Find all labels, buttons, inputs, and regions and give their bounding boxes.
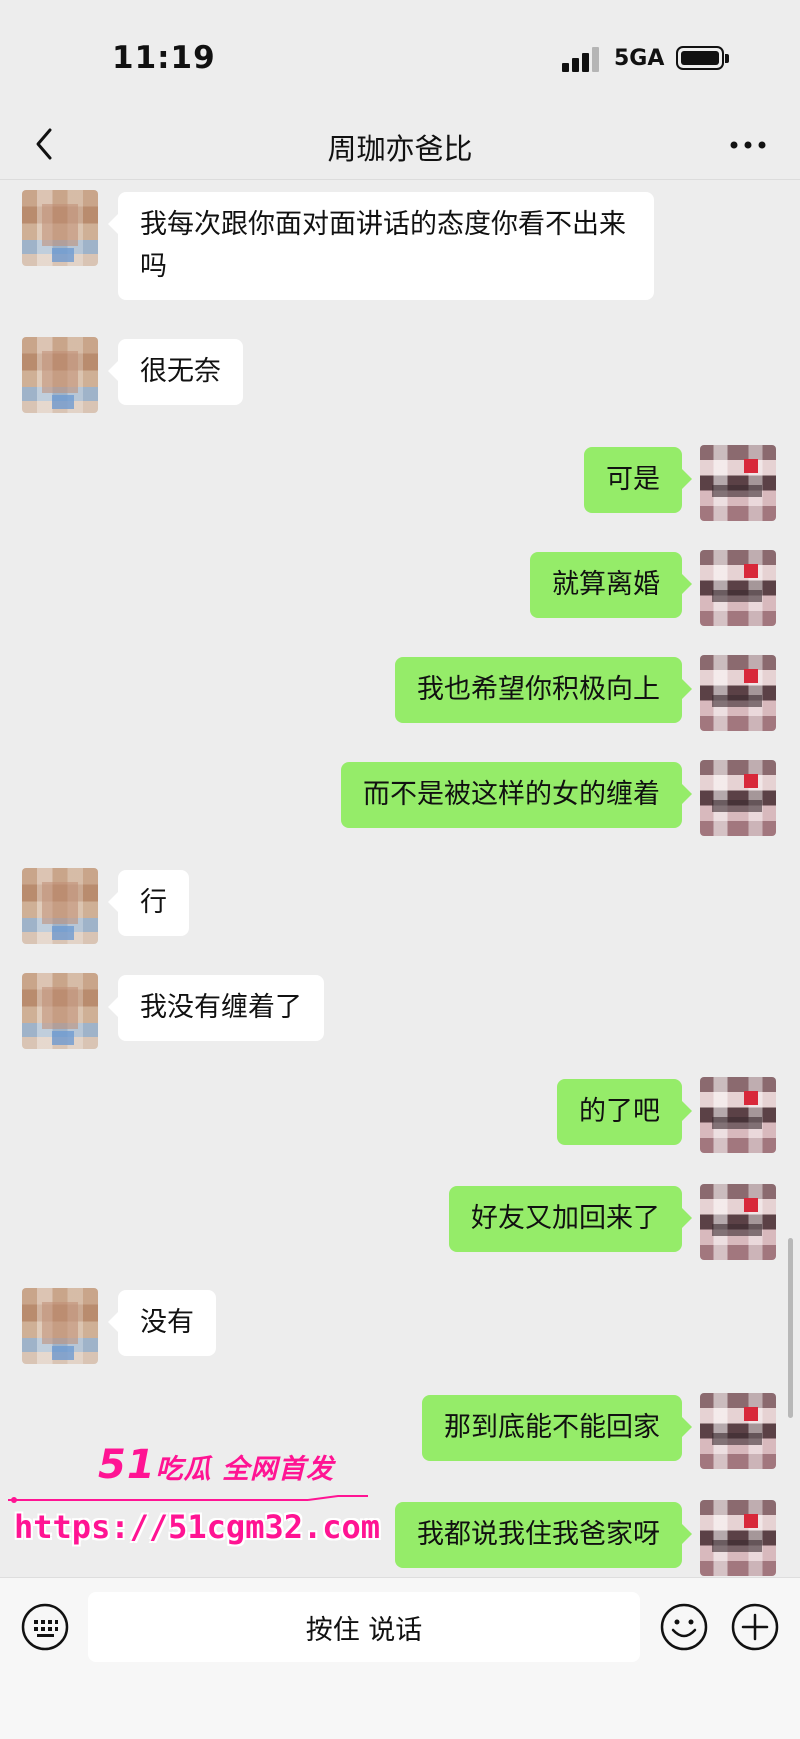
avatar-self[interactable] [700, 1393, 776, 1469]
watermark-brand-number: 51 [98, 1442, 156, 1488]
message-bubble-self[interactable]: 好友又加回来了 [449, 1186, 692, 1252]
avatar-self[interactable] [700, 550, 776, 626]
message-bubble-other[interactable]: 我每次跟你面对面讲话的态度你看不出来吗 [108, 192, 654, 300]
avatar-self[interactable] [700, 1077, 776, 1153]
avatar-self[interactable] [700, 1500, 776, 1576]
network-label: 5GA [614, 46, 665, 71]
keyboard-icon[interactable] [20, 1602, 70, 1652]
chat-title: 周珈亦爸比 [327, 132, 473, 166]
message-bubble-self[interactable]: 我也希望你积极向上 [395, 657, 692, 723]
message-bubble-other[interactable]: 我没有缠着了 [108, 975, 324, 1041]
avatar-self[interactable] [700, 655, 776, 731]
more-dots-icon[interactable] [726, 128, 770, 162]
message-bubble-other[interactable]: 没有 [108, 1290, 216, 1356]
signal-icon [562, 46, 604, 72]
message-bubble-self[interactable]: 就算离婚 [530, 552, 692, 618]
message-bubble-self[interactable]: 的了吧 [557, 1079, 692, 1145]
message-bubble-self[interactable]: 而不是被这样的女的缠着 [341, 762, 692, 828]
message-bubble-other[interactable]: 很无奈 [108, 339, 243, 405]
watermark-brand-text: 吃瓜 全网首发 [155, 1454, 335, 1485]
message-bubble-self[interactable]: 我都说我住我爸家呀 [395, 1502, 692, 1568]
avatar-other[interactable] [22, 868, 98, 944]
watermark-url: https://51cgm32.com [14, 1508, 381, 1546]
message-bubble-self[interactable]: 可是 [584, 447, 692, 513]
status-time: 11:19 [112, 40, 216, 76]
avatar-other[interactable] [22, 973, 98, 1049]
status-bar: 11:19 5GA [0, 0, 800, 110]
battery-icon [676, 46, 729, 70]
watermark-brand: 51吃瓜 全网首发 [98, 1442, 334, 1488]
avatar-other[interactable] [22, 337, 98, 413]
hold-to-talk-button[interactable]: 按住 说话 [88, 1592, 640, 1662]
chat-header: 周珈亦爸比 [0, 110, 800, 180]
watermark-divider [8, 1495, 368, 1503]
message-bubble-self[interactable]: 那到底能不能回家 [422, 1395, 692, 1461]
avatar-other[interactable] [22, 190, 98, 266]
avatar-other[interactable] [22, 1288, 98, 1364]
avatar-self[interactable] [700, 760, 776, 836]
avatar-self[interactable] [700, 445, 776, 521]
plus-icon[interactable] [730, 1602, 780, 1652]
emoji-icon[interactable] [659, 1602, 709, 1652]
scroll-indicator[interactable] [788, 1238, 793, 1418]
input-bar: 按住 说话 [0, 1577, 800, 1739]
message-bubble-other[interactable]: 行 [108, 870, 189, 936]
avatar-self[interactable] [700, 1184, 776, 1260]
